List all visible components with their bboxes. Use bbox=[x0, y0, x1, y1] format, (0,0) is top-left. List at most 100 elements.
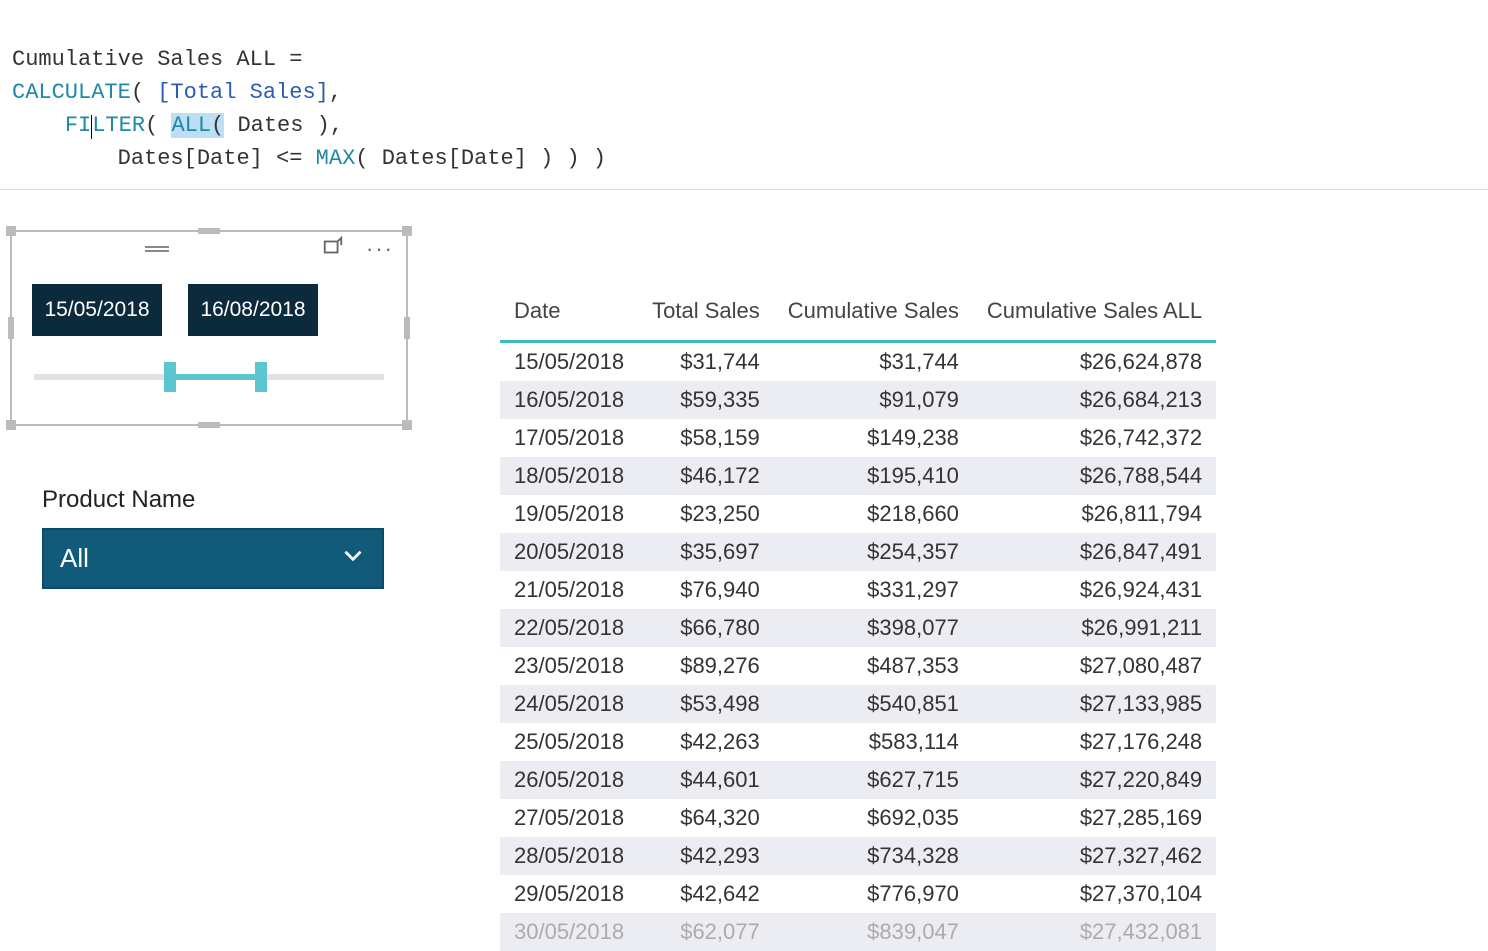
slider-track-fill bbox=[164, 374, 255, 380]
cell-total: $44,601 bbox=[638, 761, 774, 799]
cell-cumulative: $149,238 bbox=[774, 419, 973, 457]
cell-cumulative-all: $27,327,462 bbox=[973, 837, 1216, 875]
cell-cumulative: $627,715 bbox=[774, 761, 973, 799]
cell-cumulative: $776,970 bbox=[774, 875, 973, 913]
slicer-start-date[interactable]: 15/05/2018 bbox=[32, 284, 162, 336]
table-row[interactable]: 29/05/2018$42,642$776,970$27,370,104 bbox=[500, 875, 1216, 913]
cell-date: 26/05/2018 bbox=[500, 761, 638, 799]
filter-fn-token-pre: FI bbox=[65, 113, 91, 138]
product-slicer-label: Product Name bbox=[42, 486, 384, 514]
cell-total: $53,498 bbox=[638, 685, 774, 723]
filter-fn-token-mid: L bbox=[92, 113, 105, 138]
table-row[interactable]: 30/05/2018$62,077$839,047$27,432,081 bbox=[500, 913, 1216, 951]
resize-handle-bottom[interactable] bbox=[198, 422, 220, 428]
report-canvas[interactable]: ··· 15/05/2018 16/08/2018 Product Name A… bbox=[0, 190, 1488, 589]
cell-date: 28/05/2018 bbox=[500, 837, 638, 875]
total-sales-ref-token: [Total Sales] bbox=[157, 80, 329, 105]
resize-handle-bl[interactable] bbox=[6, 420, 16, 430]
cell-total: $35,697 bbox=[638, 533, 774, 571]
cell-date: 24/05/2018 bbox=[500, 685, 638, 723]
cell-cumulative: $540,851 bbox=[774, 685, 973, 723]
cell-date: 25/05/2018 bbox=[500, 723, 638, 761]
paren-open-highlight: ( bbox=[211, 113, 224, 138]
max-fn-token: MAX bbox=[316, 146, 356, 171]
cell-cumulative-all: $26,742,372 bbox=[973, 419, 1216, 457]
table-row[interactable]: 23/05/2018$89,276$487,353$27,080,487 bbox=[500, 647, 1216, 685]
table-row[interactable]: 20/05/2018$35,697$254,357$26,847,491 bbox=[500, 533, 1216, 571]
cell-date: 19/05/2018 bbox=[500, 495, 638, 533]
cell-cumulative-all: $27,370,104 bbox=[973, 875, 1216, 913]
cell-date: 30/05/2018 bbox=[500, 913, 638, 951]
table-row[interactable]: 21/05/2018$76,940$331,297$26,924,431 bbox=[500, 571, 1216, 609]
table-row[interactable]: 17/05/2018$58,159$149,238$26,742,372 bbox=[500, 419, 1216, 457]
cell-cumulative-all: $27,133,985 bbox=[973, 685, 1216, 723]
resize-handle-tr[interactable] bbox=[402, 226, 412, 236]
drag-grip-icon[interactable] bbox=[145, 246, 169, 252]
cell-total: $46,172 bbox=[638, 457, 774, 495]
header-cumulative-sales[interactable]: Cumulative Sales bbox=[774, 290, 973, 342]
dates-date-col-token-right: Dates[Date] bbox=[382, 146, 527, 171]
cell-date: 17/05/2018 bbox=[500, 419, 638, 457]
cell-total: $42,263 bbox=[638, 723, 774, 761]
cell-cumulative: $734,328 bbox=[774, 837, 973, 875]
cell-cumulative-all: $27,080,487 bbox=[973, 647, 1216, 685]
table-row[interactable]: 19/05/2018$23,250$218,660$26,811,794 bbox=[500, 495, 1216, 533]
product-selected-value: All bbox=[60, 543, 89, 574]
cell-date: 21/05/2018 bbox=[500, 571, 638, 609]
cell-total: $59,335 bbox=[638, 381, 774, 419]
product-dropdown[interactable]: All bbox=[42, 528, 384, 589]
slider-thumb-end[interactable] bbox=[255, 362, 267, 392]
chevron-down-icon bbox=[340, 542, 366, 575]
cell-total: $89,276 bbox=[638, 647, 774, 685]
more-options-icon[interactable]: ··· bbox=[366, 238, 394, 260]
resize-handle-tl[interactable] bbox=[6, 226, 16, 236]
cell-date: 27/05/2018 bbox=[500, 799, 638, 837]
cell-cumulative: $331,297 bbox=[774, 571, 973, 609]
date-slicer-visual[interactable]: ··· 15/05/2018 16/08/2018 bbox=[10, 230, 408, 426]
table-row[interactable]: 18/05/2018$46,172$195,410$26,788,544 bbox=[500, 457, 1216, 495]
cell-cumulative-all: $27,220,849 bbox=[973, 761, 1216, 799]
cell-date: 20/05/2018 bbox=[500, 533, 638, 571]
cell-cumulative-all: $26,924,431 bbox=[973, 571, 1216, 609]
cell-date: 22/05/2018 bbox=[500, 609, 638, 647]
cell-total: $42,293 bbox=[638, 837, 774, 875]
focus-mode-icon[interactable] bbox=[322, 236, 344, 263]
slicer-end-date[interactable]: 16/08/2018 bbox=[188, 284, 318, 336]
table-row[interactable]: 24/05/2018$53,498$540,851$27,133,985 bbox=[500, 685, 1216, 723]
header-total-sales[interactable]: Total Sales bbox=[638, 290, 774, 342]
cell-cumulative: $195,410 bbox=[774, 457, 973, 495]
table-row[interactable]: 27/05/2018$64,320$692,035$27,285,169 bbox=[500, 799, 1216, 837]
cell-cumulative-all: $26,811,794 bbox=[973, 495, 1216, 533]
cell-total: $76,940 bbox=[638, 571, 774, 609]
table-header-row: Date Total Sales Cumulative Sales Cumula… bbox=[500, 290, 1216, 342]
cell-cumulative: $487,353 bbox=[774, 647, 973, 685]
lte-op-token: <= bbox=[276, 146, 302, 171]
table-row[interactable]: 22/05/2018$66,780$398,077$26,991,211 bbox=[500, 609, 1216, 647]
table-row[interactable]: 15/05/2018$31,744$31,744$26,624,878 bbox=[500, 342, 1216, 382]
cell-cumulative-all: $27,176,248 bbox=[973, 723, 1216, 761]
table-row[interactable]: 28/05/2018$42,293$734,328$27,327,462 bbox=[500, 837, 1216, 875]
results-table-visual[interactable]: Date Total Sales Cumulative Sales Cumula… bbox=[500, 290, 1216, 951]
slider-thumb-start[interactable] bbox=[164, 362, 176, 392]
cell-date: 29/05/2018 bbox=[500, 875, 638, 913]
cell-date: 18/05/2018 bbox=[500, 457, 638, 495]
calculate-fn-token: CALCULATE bbox=[12, 80, 131, 105]
cell-cumulative: $692,035 bbox=[774, 799, 973, 837]
cell-date: 15/05/2018 bbox=[500, 342, 638, 382]
header-cumulative-sales-all[interactable]: Cumulative Sales ALL bbox=[973, 290, 1216, 342]
cell-total: $31,744 bbox=[638, 342, 774, 382]
header-date[interactable]: Date bbox=[500, 290, 638, 342]
cell-total: $66,780 bbox=[638, 609, 774, 647]
resize-handle-br[interactable] bbox=[402, 420, 412, 430]
resize-handle-left[interactable] bbox=[8, 317, 14, 339]
cell-total: $42,642 bbox=[638, 875, 774, 913]
resize-handle-right[interactable] bbox=[404, 317, 410, 339]
resize-handle-top[interactable] bbox=[198, 228, 220, 234]
date-range-slider[interactable] bbox=[34, 364, 384, 390]
dates-date-col-token-left: Dates[Date] bbox=[118, 146, 263, 171]
table-row[interactable]: 25/05/2018$42,263$583,114$27,176,248 bbox=[500, 723, 1216, 761]
table-row[interactable]: 16/05/2018$59,335$91,079$26,684,213 bbox=[500, 381, 1216, 419]
product-name-slicer: Product Name All bbox=[42, 486, 384, 589]
table-row[interactable]: 26/05/2018$44,601$627,715$27,220,849 bbox=[500, 761, 1216, 799]
dax-formula-bar[interactable]: Cumulative Sales ALL = CALCULATE( [Total… bbox=[0, 0, 1488, 190]
